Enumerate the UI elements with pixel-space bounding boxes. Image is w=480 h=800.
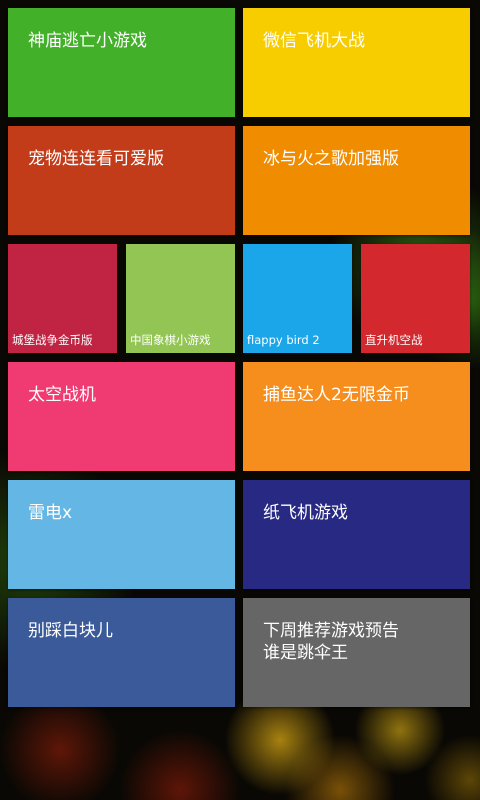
tile-label: 下周推荐游戏预告 谁是跳伞王 bbox=[263, 621, 399, 663]
tile-flappy-bird[interactable]: flappy bird 2 bbox=[243, 244, 352, 353]
tile-label: 雷电x bbox=[28, 503, 73, 523]
tile-label: 冰与火之歌加强版 bbox=[263, 149, 399, 169]
tile-label: 捕鱼达人2无限金币 bbox=[263, 385, 410, 405]
tile-label: 微信飞机大战 bbox=[263, 31, 365, 51]
tile-thunder-x[interactable]: 雷电x bbox=[8, 480, 235, 589]
tile-pet-link[interactable]: 宠物连连看可爱版 bbox=[8, 126, 235, 235]
tile-temple-run[interactable]: 神庙逃亡小游戏 bbox=[8, 8, 235, 117]
tile-label: 城堡战争金币版 bbox=[12, 333, 93, 347]
tile-piano-tiles[interactable]: 别踩白块儿 bbox=[8, 598, 235, 707]
tile-label: 宠物连连看可爱版 bbox=[28, 149, 164, 169]
tile-chinese-chess[interactable]: 中国象棋小游戏 bbox=[126, 244, 235, 353]
tile-label: 纸飞机游戏 bbox=[263, 503, 348, 523]
tile-fire-ice[interactable]: 冰与火之歌加强版 bbox=[243, 126, 470, 235]
tile-space-fighter[interactable]: 太空战机 bbox=[8, 362, 235, 471]
tile-castle-war[interactable]: 城堡战争金币版 bbox=[8, 244, 117, 353]
tile-label: 中国象棋小游戏 bbox=[130, 333, 211, 347]
tile-label: 直升机空战 bbox=[365, 333, 423, 347]
tile-wechat-plane[interactable]: 微信飞机大战 bbox=[243, 8, 470, 117]
tile-paper-plane[interactable]: 纸飞机游戏 bbox=[243, 480, 470, 589]
tile-label: 别踩白块儿 bbox=[28, 621, 113, 641]
tile-label: flappy bird 2 bbox=[247, 333, 320, 347]
tile-fishing-master[interactable]: 捕鱼达人2无限金币 bbox=[243, 362, 470, 471]
tile-helicopter[interactable]: 直升机空战 bbox=[361, 244, 470, 353]
tile-next-week-preview[interactable]: 下周推荐游戏预告 谁是跳伞王 bbox=[243, 598, 470, 707]
tile-label: 神庙逃亡小游戏 bbox=[28, 31, 147, 51]
tile-label: 太空战机 bbox=[28, 385, 96, 405]
